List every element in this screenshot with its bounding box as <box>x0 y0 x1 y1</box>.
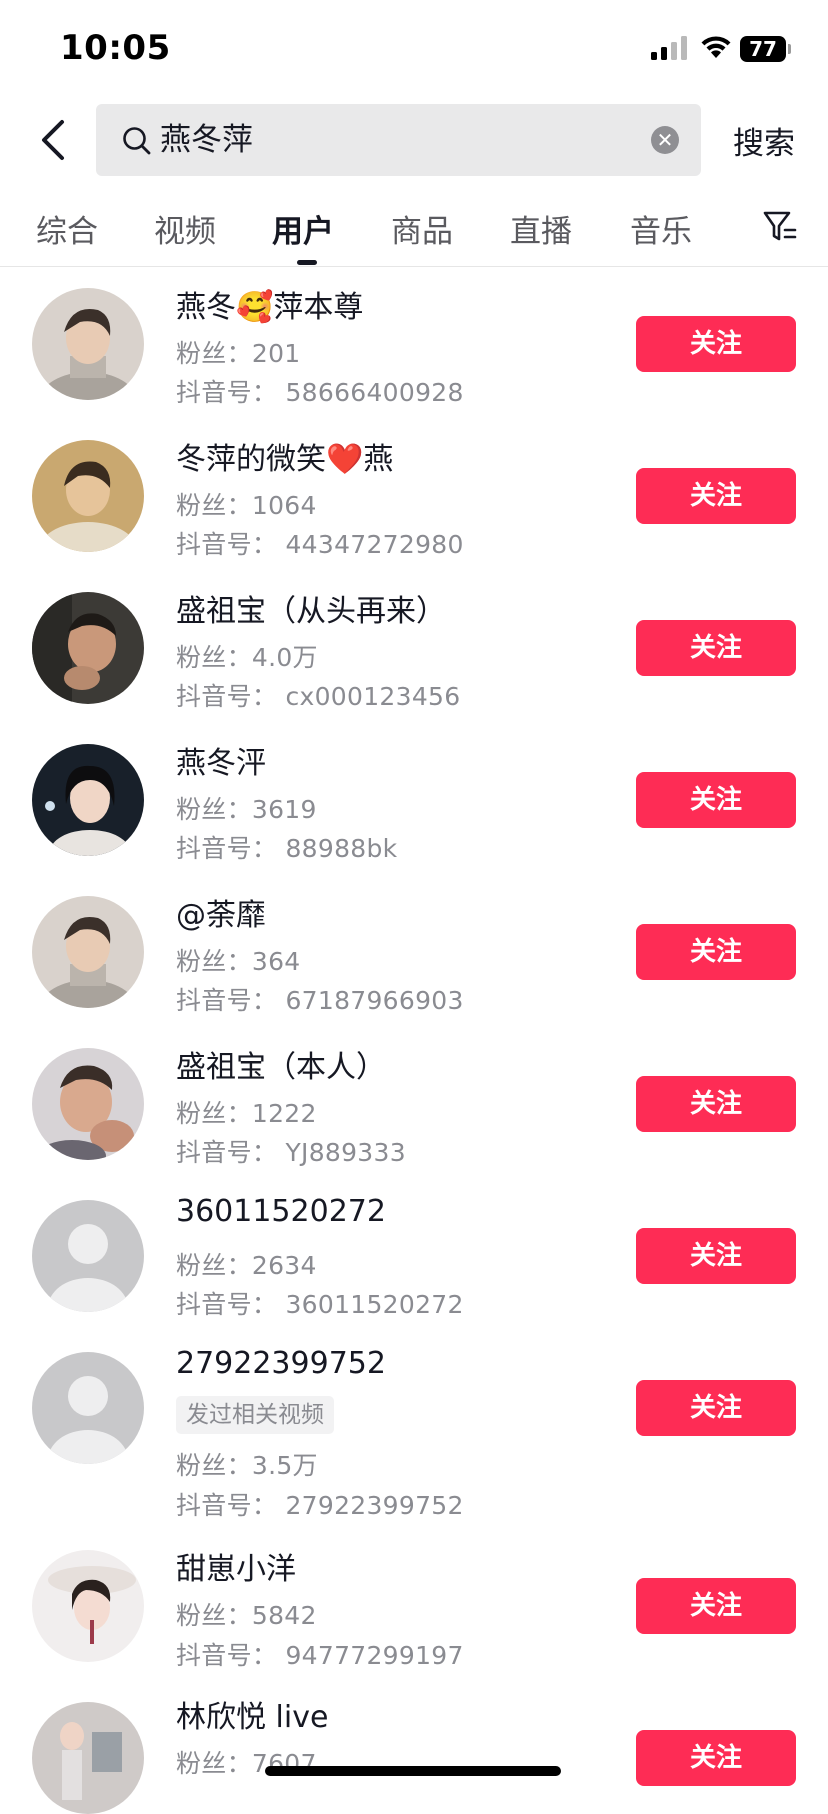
avatar[interactable] <box>32 1048 144 1160</box>
avatar[interactable] <box>32 592 144 704</box>
douyin-id: 抖音号： cx000123456 <box>176 682 461 711</box>
follower-count: 粉丝：1222 <box>176 1099 317 1128</box>
default-avatar-icon[interactable] <box>32 1352 144 1464</box>
search-box[interactable]: 燕冬萍 ✕ <box>96 104 701 176</box>
follower-count: 粉丝：364 <box>176 947 301 976</box>
follow-button[interactable]: 关注 <box>636 1730 796 1786</box>
cellular-signal-icon <box>651 36 687 60</box>
tab-users[interactable]: 用户 <box>272 206 334 251</box>
wifi-icon <box>701 36 731 58</box>
follower-count: 粉丝：2634 <box>176 1251 317 1280</box>
home-indicator[interactable] <box>265 1766 561 1776</box>
follow-button[interactable]: 关注 <box>636 1380 796 1436</box>
douyin-id: 抖音号： 94777299197 <box>176 1641 464 1670</box>
follower-count: 粉丝：4.0万 <box>176 643 318 672</box>
user-name[interactable]: 盛祖宝（从头再来） <box>176 586 446 630</box>
follower-count: 粉丝：201 <box>176 339 301 368</box>
user-name[interactable]: 冬萍的微笑❤️燕 <box>176 434 393 478</box>
category-tabs: 综合 视频 用户 商品 直播 音乐 <box>0 200 828 266</box>
search-icon <box>123 127 151 155</box>
clear-search-icon[interactable]: ✕ <box>651 126 679 154</box>
default-avatar-icon[interactable] <box>32 1200 144 1312</box>
status-bar: 10:05 77 <box>0 0 828 96</box>
tab-products[interactable]: 商品 <box>391 206 453 251</box>
red-heart-emoji: ❤️ <box>326 442 364 477</box>
avatar[interactable] <box>32 440 144 552</box>
user-name[interactable]: 甜崽小洋 <box>176 1544 296 1588</box>
filter-icon[interactable] <box>762 208 798 244</box>
avatar[interactable] <box>32 1702 144 1814</box>
user-name[interactable]: 燕冬🥰萍本尊 <box>176 282 363 326</box>
user-name[interactable]: 36011520272 <box>176 1194 386 1229</box>
user-name[interactable]: 林欣悦 live <box>176 1692 328 1736</box>
douyin-id: 抖音号： 44347272980 <box>176 530 464 559</box>
avatar[interactable] <box>32 1550 144 1662</box>
douyin-id: 抖音号： 27922399752 <box>176 1491 464 1520</box>
avatar[interactable] <box>32 288 144 400</box>
tab-comprehensive[interactable]: 综合 <box>36 206 98 251</box>
douyin-id: 抖音号： 67187966903 <box>176 986 464 1015</box>
active-tab-indicator <box>297 260 317 265</box>
follow-button[interactable]: 关注 <box>636 924 796 980</box>
user-name[interactable]: 盛祖宝（本人） <box>176 1042 386 1086</box>
douyin-id: 抖音号： 58666400928 <box>176 378 464 407</box>
follow-button[interactable]: 关注 <box>636 316 796 372</box>
tabs-divider <box>0 266 828 267</box>
follow-button[interactable]: 关注 <box>636 1228 796 1284</box>
follow-button[interactable]: 关注 <box>636 1578 796 1634</box>
search-input[interactable]: 燕冬萍 <box>160 104 600 176</box>
douyin-id: 抖音号： YJ889333 <box>176 1138 406 1167</box>
douyin-id: 抖音号： 36011520272 <box>176 1290 464 1319</box>
tab-videos[interactable]: 视频 <box>154 206 216 251</box>
related-video-tag: 发过相关视频 <box>176 1396 334 1434</box>
follow-button[interactable]: 关注 <box>636 620 796 676</box>
avatar[interactable] <box>32 744 144 856</box>
user-name[interactable]: @荼靡 <box>176 890 266 934</box>
follower-count: 粉丝：3.5万 <box>176 1451 318 1480</box>
douyin-id: 抖音号： 88988bk <box>176 834 398 863</box>
back-arrow-icon[interactable] <box>36 118 76 162</box>
battery-icon: 77 <box>740 36 792 62</box>
tab-live[interactable]: 直播 <box>510 206 572 251</box>
tab-music[interactable]: 音乐 <box>630 206 692 251</box>
battery-level: 77 <box>740 36 786 62</box>
user-name[interactable]: 燕冬泙 <box>176 738 266 782</box>
search-button[interactable]: 搜索 <box>733 118 795 163</box>
follow-button[interactable]: 关注 <box>636 468 796 524</box>
user-name[interactable]: 27922399752 <box>176 1346 386 1381</box>
follow-button[interactable]: 关注 <box>636 1076 796 1132</box>
avatar[interactable] <box>32 896 144 1008</box>
follow-button[interactable]: 关注 <box>636 772 796 828</box>
smiling-hearts-emoji: 🥰 <box>236 290 274 325</box>
follower-count: 粉丝：3619 <box>176 795 317 824</box>
follower-count: 粉丝：5842 <box>176 1601 317 1630</box>
status-time: 10:05 <box>60 28 171 68</box>
follower-count: 粉丝：1064 <box>176 491 317 520</box>
